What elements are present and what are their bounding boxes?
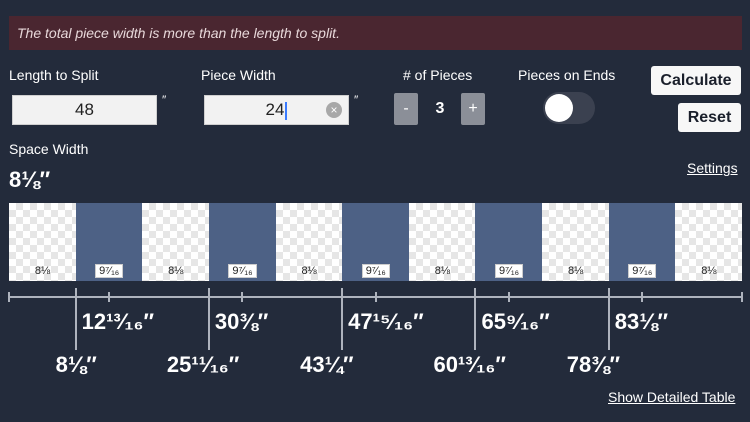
toggle-knob (545, 94, 573, 122)
clear-input-icon[interactable]: × (326, 102, 342, 118)
piece-segment: 9⁷⁄₁₆ (475, 203, 543, 281)
piece-width-value: 24 (265, 100, 285, 119)
segment-width-text: 8⅛ (168, 265, 184, 277)
show-detailed-table-link[interactable]: Show Detailed Table (608, 389, 735, 405)
edge-measurement: 8⅛″ (55, 352, 97, 377)
reset-button[interactable]: Reset (678, 103, 741, 132)
increment-button[interactable]: + (461, 93, 485, 125)
center-measurement: 47¹⁵⁄₁₆″ (348, 309, 424, 334)
settings-link[interactable]: Settings (687, 160, 738, 176)
piece-segment: 9⁷⁄₁₆ (208, 203, 277, 281)
segment-width-text: 9⁷⁄₁₆ (628, 264, 657, 278)
segment-width-label: 8⅛ (542, 265, 609, 277)
piece-segment: 9⁷⁄₁₆ (75, 203, 143, 281)
ruler-tick (741, 292, 743, 302)
segment-width-label: 9⁷⁄₁₆ (475, 264, 542, 278)
segment-width-text: 9⁷⁄₁₆ (228, 264, 257, 278)
ruler-tick (8, 292, 10, 302)
center-measurement: 65⁹⁄₁₆″ (481, 309, 550, 334)
piece-segment: 9⁷⁄₁₆ (342, 203, 410, 281)
space-segment: 8⅛ (675, 203, 743, 281)
segment-width-label: 8⅛ (409, 265, 476, 277)
length-unit: ″ (162, 93, 167, 107)
space-width-label: Space Width (9, 141, 89, 157)
segment-width-label: 8⅛ (9, 265, 76, 277)
segment-width-text: 8⅛ (434, 265, 451, 277)
segment-width-label: 9⁷⁄₁₆ (76, 264, 143, 278)
ruler-tick (507, 292, 510, 302)
segment-width-label: 9⁷⁄₁₆ (209, 264, 276, 278)
decrement-button[interactable]: - (394, 93, 418, 125)
pieces-count: 3 (435, 100, 445, 117)
length-input[interactable]: 48 (12, 95, 157, 125)
boundary-line (341, 288, 344, 350)
edge-measurement: 43¼″ (300, 352, 354, 377)
piece-width-unit: ″ (354, 93, 359, 107)
boundary-line (474, 288, 477, 350)
space-width-value: 8⅛″ (9, 167, 51, 192)
calculate-button[interactable]: Calculate (651, 66, 741, 95)
piece-segment: 9⁷⁄₁₆ (608, 203, 676, 281)
center-measurement: 30⅜″ (214, 309, 269, 334)
text-caret (285, 101, 288, 120)
edge-measurement: 60¹³⁄₁₆″ (433, 352, 506, 377)
ruler-tick (107, 292, 110, 302)
space-segment: 8⅛ (142, 203, 210, 281)
segment-width-text: 8⅛ (567, 265, 584, 277)
length-label: Length to Split (9, 67, 99, 83)
warning-banner: The total piece width is more than the l… (9, 16, 742, 50)
segment-width-label: 8⅛ (675, 265, 742, 277)
boundary-line (607, 288, 610, 350)
layout-strip: 8⅛ 9⁷⁄₁₆ 8⅛ 9⁷⁄₁₆ 8⅛ 9⁷⁄₁₆ 8⅛ 9⁷⁄₁₆ 8⅛ 9⁷⁄₁₆ 8⅛ (9, 203, 743, 281)
segment-width-text: 8⅛ (301, 265, 317, 277)
piece-width-label: Piece Width (201, 67, 276, 83)
edge-measurement: 25¹¹⁄₁₆″ (166, 352, 240, 377)
segment-width-label: 9⁷⁄₁₆ (609, 264, 676, 278)
pieces-on-ends-label: Pieces on Ends (518, 67, 616, 83)
segment-width-text: 9⁷⁄₁₆ (361, 264, 390, 278)
segment-width-text: 9⁷⁄₁₆ (494, 264, 524, 278)
pieces-on-ends-toggle[interactable] (543, 92, 595, 124)
segment-width-text: 8⅛ (34, 265, 51, 277)
space-segment: 8⅛ (408, 203, 476, 281)
ruler-tick (641, 292, 644, 302)
boundary-line (207, 288, 210, 350)
segment-width-label: 9⁷⁄₁₆ (342, 264, 409, 278)
space-segment: 8⅛ (275, 203, 343, 281)
center-measurement: 83⅛″ (614, 309, 669, 334)
ruler-tick (241, 292, 244, 302)
edge-measurement: 78⅜″ (566, 352, 621, 377)
boundary-line (74, 288, 77, 350)
segment-width-label: 8⅛ (142, 265, 209, 277)
segment-width-text: 9⁷⁄₁₆ (95, 264, 124, 278)
measurement-ruler (8, 292, 743, 302)
center-measurement: 12¹³⁄₁₆″ (81, 309, 155, 334)
segment-width-label: 8⅛ (276, 265, 343, 277)
space-segment: 8⅛ (9, 203, 77, 281)
pieces-label: # of Pieces (403, 67, 473, 83)
segment-width-text: 8⅛ (701, 265, 717, 277)
ruler-tick (374, 292, 377, 302)
space-segment: 8⅛ (542, 203, 610, 281)
